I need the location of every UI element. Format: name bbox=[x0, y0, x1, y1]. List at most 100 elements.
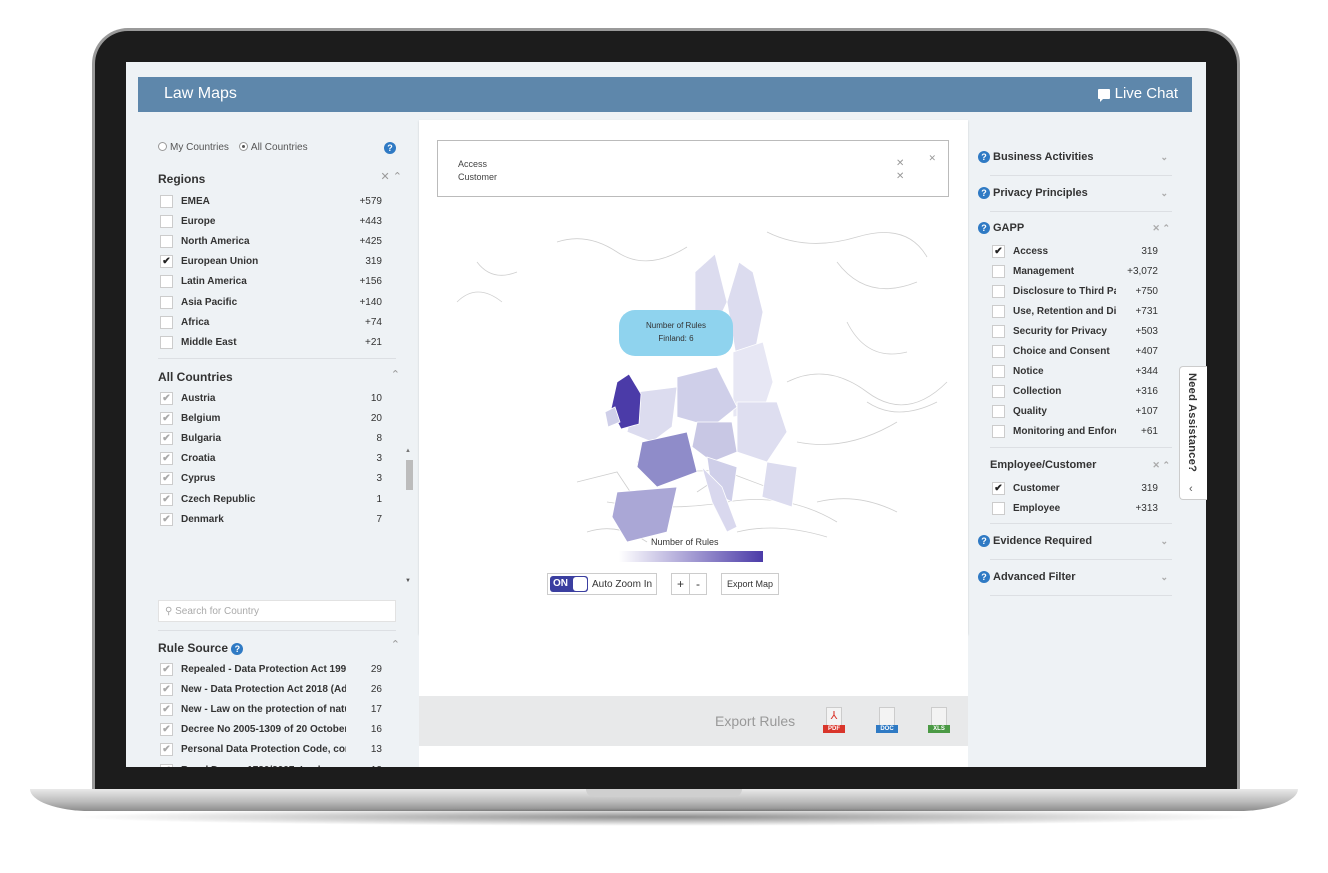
checkbox[interactable] bbox=[160, 234, 173, 248]
rule-source-item[interactable]: ✔ New - Law on the protection of natur...… bbox=[160, 701, 382, 717]
checkbox[interactable] bbox=[992, 405, 1005, 419]
checkbox[interactable] bbox=[992, 284, 1005, 298]
employee-customer-controls[interactable]: ✕ ⌃ bbox=[1152, 460, 1170, 471]
checkbox[interactable]: ✔ bbox=[160, 512, 173, 526]
checkbox[interactable]: ✔ bbox=[160, 255, 173, 269]
employee-customer-section[interactable]: Employee/Customer ✕ ⌃ bbox=[990, 455, 1186, 475]
chevron-up-icon[interactable]: ⌃ bbox=[391, 368, 400, 381]
chevron-down-icon[interactable]: ⌄ bbox=[1160, 536, 1168, 547]
country-item[interactable]: ✔ Croatia 3 bbox=[160, 451, 382, 467]
country-item[interactable]: ✔ Bulgaria 8 bbox=[160, 430, 382, 446]
business-activities-section[interactable]: ? Business Activities ⌄ bbox=[978, 147, 1174, 167]
gapp-controls[interactable]: ✕ ⌃ bbox=[1152, 223, 1170, 234]
need-assistance-tab[interactable]: Need Assistance? ‹ bbox=[1179, 366, 1207, 500]
rule-source-item[interactable]: ✔ Royal Decree 1720/2007, Implementi...12 bbox=[160, 762, 382, 767]
country-item[interactable]: ✔ Denmark 7 bbox=[160, 511, 382, 527]
region-item[interactable]: EMEA +579 bbox=[160, 193, 382, 209]
country-item[interactable]: ✔ Czech Republic 1 bbox=[160, 491, 382, 507]
country-item[interactable]: ✔ Cyprus 3 bbox=[160, 471, 382, 487]
checkbox[interactable] bbox=[992, 425, 1005, 439]
gapp-item[interactable]: Security for Privacy +503 bbox=[992, 323, 1158, 339]
zoom-in-button[interactable]: + bbox=[672, 574, 689, 594]
chevron-up-icon[interactable]: ⌃ bbox=[391, 638, 400, 651]
gapp-item[interactable]: Choice and Consent +407 bbox=[992, 344, 1158, 360]
checkbox[interactable] bbox=[992, 345, 1005, 358]
rule-source-help-icon[interactable]: ? bbox=[231, 643, 244, 655]
advanced-filter-section[interactable]: ? Advanced Filter ⌄ bbox=[978, 567, 1174, 587]
audience-item[interactable]: Employee +313 bbox=[992, 500, 1158, 516]
help-icon[interactable]: ? bbox=[978, 571, 990, 583]
checkbox[interactable]: ✔ bbox=[160, 431, 173, 445]
rule-source-item[interactable]: ✔ New - Data Protection Act 2018 (Ada... 2… bbox=[160, 681, 382, 697]
checkbox[interactable]: ✔ bbox=[160, 662, 173, 676]
gapp-section[interactable]: ? GAPP ✕ ⌃ bbox=[978, 218, 1174, 238]
scope-help-icon[interactable]: ? bbox=[384, 142, 396, 154]
audience-item[interactable]: ✔ Customer 319 bbox=[992, 480, 1158, 496]
checkbox[interactable]: ✔ bbox=[160, 391, 173, 405]
region-item[interactable]: Middle East +21 bbox=[160, 334, 382, 350]
help-icon[interactable]: ? bbox=[978, 222, 990, 234]
clear-icon[interactable]: ✕ bbox=[381, 171, 390, 183]
all-countries-radio[interactable]: All Countries bbox=[238, 142, 308, 153]
gapp-item[interactable]: Use, Retention and Disp... +731 bbox=[992, 303, 1158, 319]
gapp-item[interactable]: ✔ Access 319 bbox=[992, 243, 1158, 259]
privacy-principles-section[interactable]: ? Privacy Principles ⌄ bbox=[978, 183, 1174, 203]
checkbox[interactable]: ✔ bbox=[160, 743, 173, 757]
checkbox[interactable] bbox=[160, 275, 173, 289]
auto-zoom-toggle[interactable]: ON Auto Zoom In bbox=[547, 573, 658, 595]
region-item[interactable]: Africa +74 bbox=[160, 314, 382, 330]
scroll-up-icon[interactable]: ▲ bbox=[405, 448, 411, 454]
checkbox[interactable]: ✔ bbox=[160, 472, 173, 486]
help-icon[interactable]: ? bbox=[978, 151, 990, 163]
chevron-down-icon[interactable]: ⌄ bbox=[1160, 572, 1168, 583]
gapp-item[interactable]: Disclosure to Third Parti... +750 bbox=[992, 283, 1158, 299]
checkbox[interactable] bbox=[992, 304, 1005, 318]
remove-filter-access-icon[interactable]: ✕ bbox=[896, 158, 904, 169]
region-item[interactable]: ✔ European Union 319 bbox=[160, 254, 382, 270]
checkbox[interactable]: ✔ bbox=[160, 702, 173, 716]
scroll-down-icon[interactable]: ▼ bbox=[405, 578, 411, 584]
checkbox[interactable] bbox=[160, 214, 173, 228]
scroll-thumb[interactable] bbox=[406, 460, 413, 490]
rule-source-item[interactable]: ✔ Repealed - Data Protection Act 1998 ...… bbox=[160, 661, 382, 677]
region-item[interactable]: Asia Pacific +140 bbox=[160, 294, 382, 310]
chevron-down-icon[interactable]: ⌄ bbox=[1160, 188, 1168, 199]
checkbox[interactable]: ✔ bbox=[160, 682, 173, 696]
chevron-down-icon[interactable]: ⌄ bbox=[1160, 152, 1168, 163]
live-chat-button[interactable]: Live Chat bbox=[1097, 85, 1178, 102]
help-icon[interactable]: ? bbox=[978, 535, 990, 547]
checkbox[interactable] bbox=[160, 194, 173, 208]
checkbox[interactable]: ✔ bbox=[160, 452, 173, 466]
doc-export-icon[interactable]: DOC bbox=[876, 707, 898, 735]
xls-export-icon[interactable]: XLS bbox=[928, 707, 950, 735]
pdf-export-icon[interactable]: ⅄ PDF bbox=[823, 707, 845, 735]
gapp-item[interactable]: Quality +107 bbox=[992, 404, 1158, 420]
clear-all-filters-icon[interactable]: ✕ bbox=[928, 153, 936, 164]
gapp-item[interactable]: Notice +344 bbox=[992, 364, 1158, 380]
gapp-item[interactable]: Collection +316 bbox=[992, 384, 1158, 400]
checkbox[interactable] bbox=[992, 501, 1005, 515]
country-item[interactable]: ✔ Austria 10 bbox=[160, 390, 382, 406]
country-item[interactable]: ✔ Belgium 20 bbox=[160, 410, 382, 426]
checkbox[interactable]: ✔ bbox=[992, 244, 1005, 258]
gapp-item[interactable]: Management +3,072 bbox=[992, 263, 1158, 279]
my-countries-radio[interactable]: My Countries bbox=[158, 142, 229, 153]
countries-scrollbar[interactable]: ▲ ▼ bbox=[405, 448, 413, 588]
checkbox[interactable] bbox=[160, 295, 173, 309]
rule-source-item[interactable]: ✔ Decree No 2005-1309 of 20 October 2... 1… bbox=[160, 722, 382, 738]
checkbox[interactable] bbox=[992, 365, 1005, 379]
region-item[interactable]: North America +425 bbox=[160, 233, 382, 249]
checkbox[interactable] bbox=[160, 335, 173, 349]
remove-filter-customer-icon[interactable]: ✕ bbox=[896, 171, 904, 182]
chevron-up-icon[interactable]: ⌃ bbox=[393, 171, 402, 183]
checkbox[interactable] bbox=[992, 324, 1005, 338]
region-item[interactable]: Latin America +156 bbox=[160, 274, 382, 290]
checkbox[interactable]: ✔ bbox=[992, 481, 1005, 495]
help-icon[interactable]: ? bbox=[978, 187, 990, 199]
rule-source-item[interactable]: ✔ Personal Data Protection Code, cont... 1… bbox=[160, 742, 382, 758]
europe-map[interactable] bbox=[437, 202, 949, 562]
zoom-out-button[interactable]: - bbox=[689, 574, 706, 594]
gapp-item[interactable]: Monitoring and Enforce... +61 bbox=[992, 424, 1158, 440]
checkbox[interactable]: ✔ bbox=[160, 723, 173, 737]
toggle-switch[interactable]: ON bbox=[550, 576, 588, 592]
